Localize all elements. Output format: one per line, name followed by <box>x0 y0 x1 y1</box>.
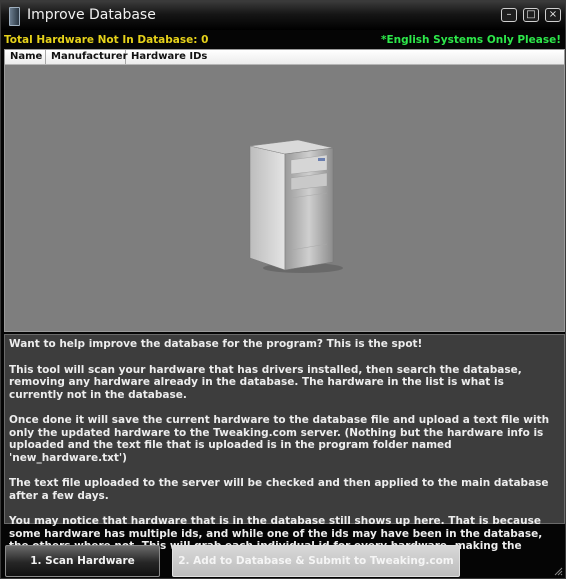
info-paragraph: Once done it will save the current hardw… <box>9 414 550 464</box>
minimize-icon: – <box>506 9 512 20</box>
stats-bar: Total Hardware Not In Database: 0 *Engli… <box>1 32 565 48</box>
add-submit-button[interactable]: 2. Add to Database & Submit to Tweaking.… <box>172 545 460 577</box>
title-bar[interactable]: Improve Database – □ × <box>1 1 565 30</box>
info-paragraph: The text file uploaded to the server wil… <box>9 477 549 502</box>
close-button[interactable]: × <box>545 8 561 22</box>
column-header-manufacturer[interactable]: Manufacturer <box>46 50 128 64</box>
window-title: Improve Database <box>27 7 156 23</box>
info-text-panel: Want to help improve the database for th… <box>4 334 565 565</box>
improve-database-window: Improve Database – □ × Total Hardware No… <box>0 0 566 579</box>
list-header: Name Manufacturer Hardware IDs <box>5 50 564 65</box>
scan-hardware-button[interactable]: 1. Scan Hardware <box>5 545 160 577</box>
close-icon: × <box>548 9 558 20</box>
info-paragraph: Want to help improve the database for th… <box>9 338 423 350</box>
resize-grip-icon[interactable] <box>553 566 563 576</box>
maximize-icon: □ <box>526 9 536 20</box>
column-header-name[interactable]: Name <box>5 50 46 64</box>
hardware-list[interactable]: Name Manufacturer Hardware IDs <box>4 49 565 332</box>
total-hardware-label: Total Hardware Not In Database: 0 <box>4 34 209 46</box>
minimize-button[interactable]: – <box>501 8 517 22</box>
english-only-note: *English Systems Only Please! <box>380 34 561 46</box>
column-header-hardware-ids[interactable]: Hardware IDs <box>126 50 564 64</box>
info-paragraph: This tool will scan your hardware that h… <box>9 363 522 401</box>
computer-tower-image <box>245 139 345 279</box>
app-icon <box>9 7 20 26</box>
maximize-button[interactable]: □ <box>523 8 539 22</box>
